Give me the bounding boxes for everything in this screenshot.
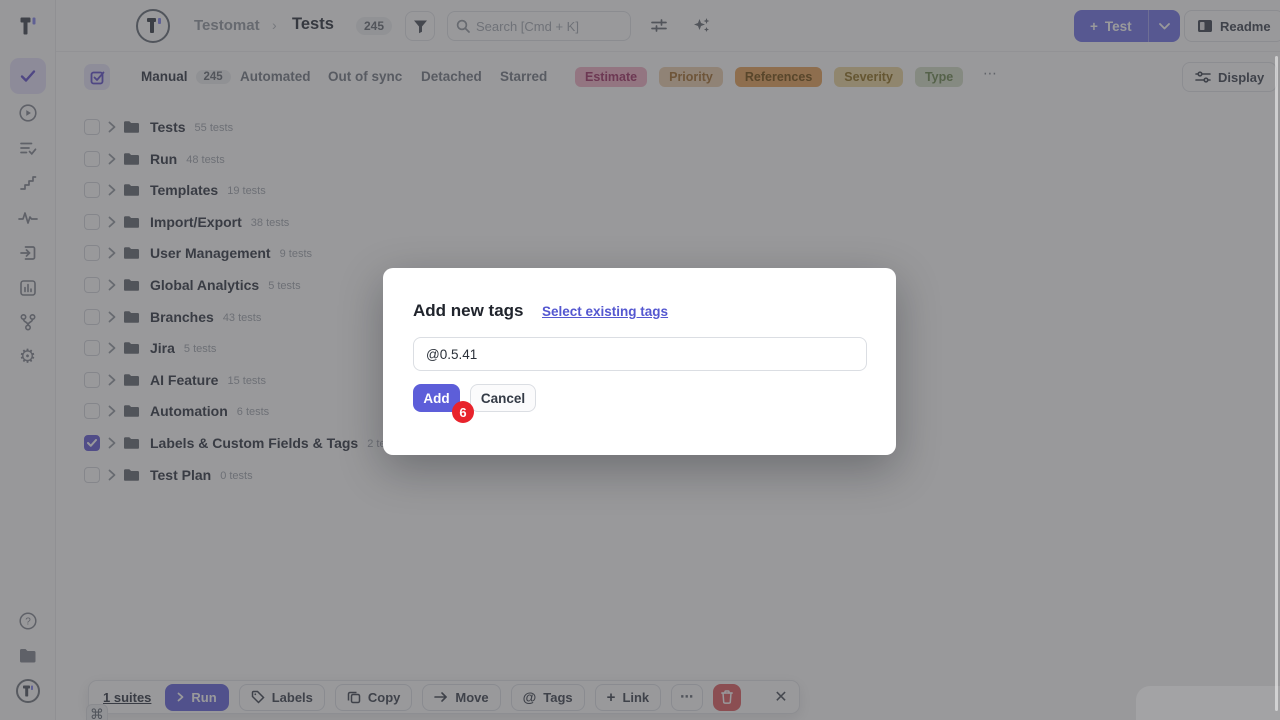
tag-input[interactable] [413,337,867,371]
corner-widget [1136,686,1280,720]
modal-title: Add new tags [413,301,524,321]
add-tags-modal: Add new tags Select existing tags Add Ca… [383,268,896,455]
step-annotation-badge: 6 [452,401,474,423]
cancel-button[interactable]: Cancel [470,384,536,412]
app-root: ⚙ ? Testomat › Tests 245 [0,0,1280,720]
select-existing-tags-link[interactable]: Select existing tags [542,304,668,319]
scrollbar[interactable] [1275,56,1278,711]
